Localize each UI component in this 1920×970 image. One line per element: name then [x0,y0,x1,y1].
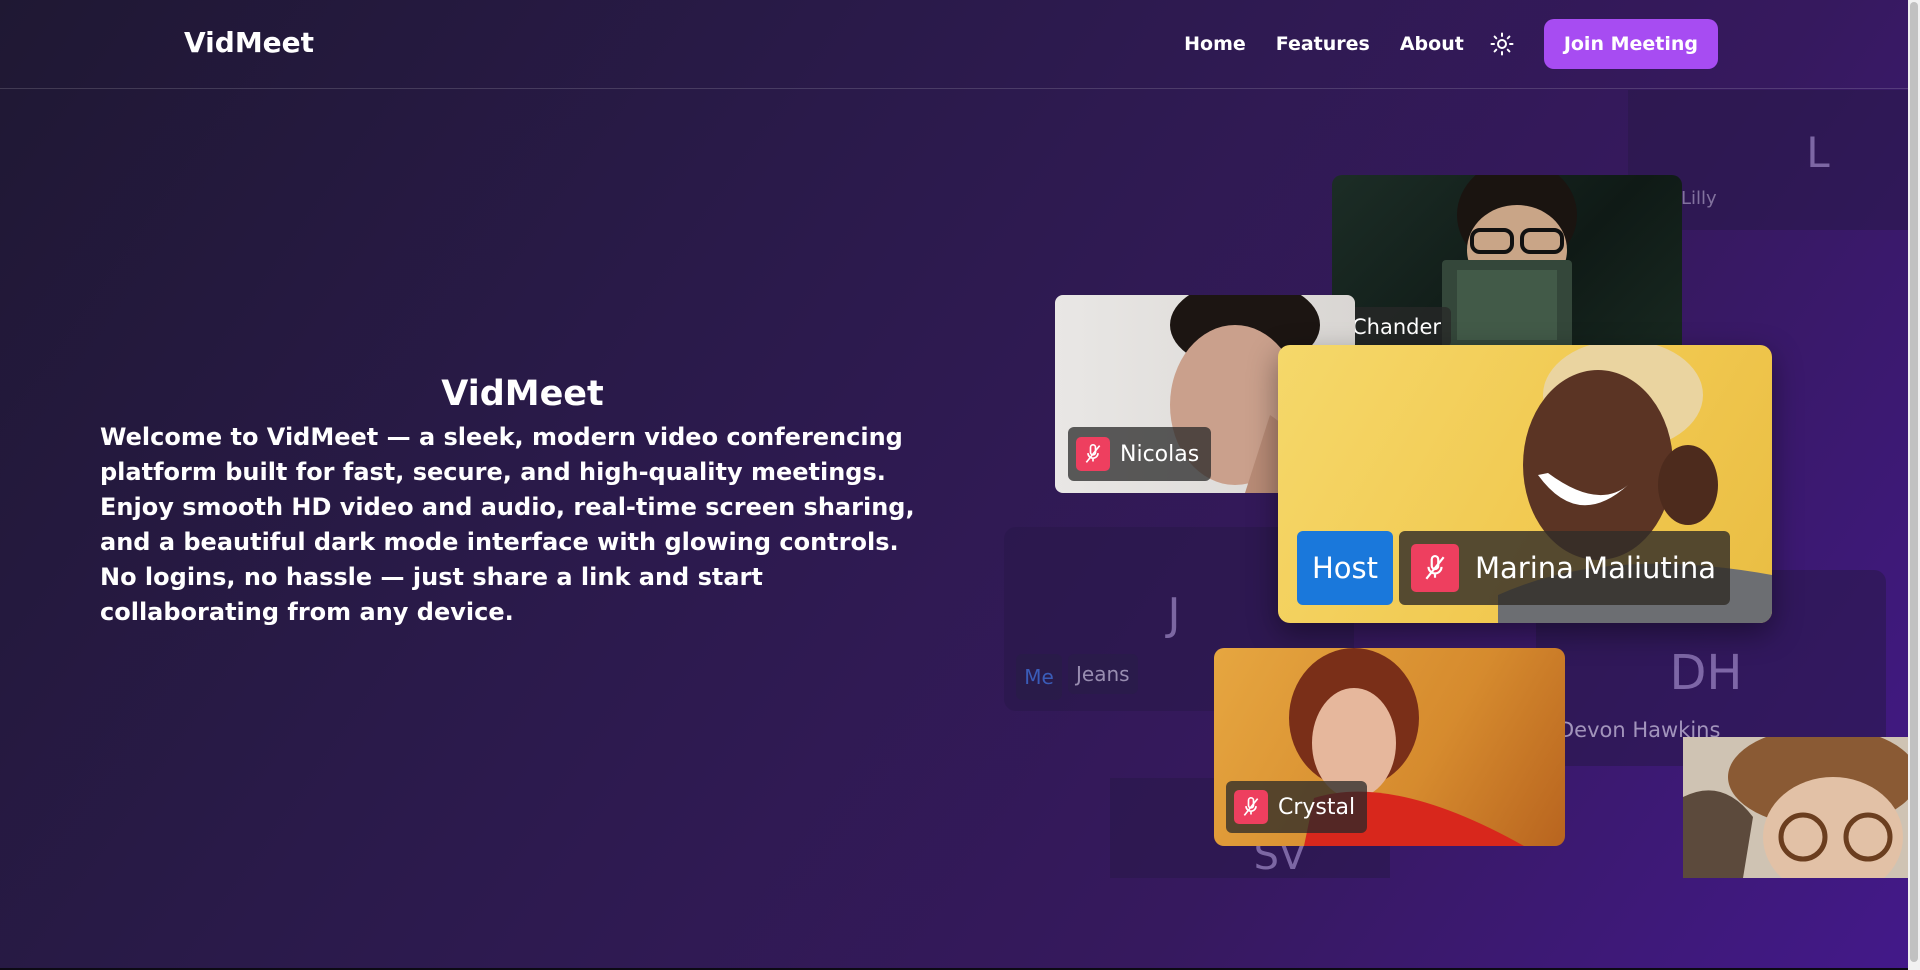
host-badge: Host [1297,531,1393,605]
nav-home[interactable]: Home [1184,33,1246,55]
join-meeting-button[interactable]: Join Meeting [1543,19,1718,69]
mic-off-icon [1234,790,1268,824]
top-navbar: VidMeet Home Features About Join Meeting [0,0,1908,89]
participant-initials: J [1167,589,1181,640]
participant-tile-marina: Host Marina Maliutina [1278,345,1772,623]
participant-name-label: Nicolas [1068,427,1212,481]
main-nav: Home Features About Join Meeting [1184,19,1718,69]
participant-tile-glasses [1683,737,1908,878]
participant-name: Crystal [1278,794,1356,820]
hero-title: VidMeet [441,374,604,414]
participant-initials: DH [1669,645,1743,701]
participant-name-label: Chander [1342,307,1452,347]
mic-off-icon [1076,437,1110,471]
sun-icon[interactable] [1490,32,1514,56]
participant-name: Marina Maliutina [1475,551,1717,585]
participant-initials: L [1806,128,1830,177]
nav-features[interactable]: Features [1276,33,1370,55]
participant-tile-crystal: Crystal [1214,648,1565,846]
hero-description: Welcome to VidMeet — a sleek, modern vid… [100,423,915,626]
participant-name-label: Crystal [1226,781,1368,833]
participant-name: Jeans [1068,654,1138,694]
scrollbar-track[interactable] [1908,0,1920,970]
mic-off-icon [1411,544,1459,592]
nav-about[interactable]: About [1400,33,1464,55]
me-badge: Me [1016,654,1062,700]
participant-tile-chander: Chander [1332,175,1682,350]
scrollbar-thumb[interactable] [1910,2,1918,962]
participant-video [1683,737,1908,878]
participant-name: Nicolas [1120,441,1200,467]
participant-name: Chander [1352,315,1442,339]
brand-logo[interactable]: VidMeet [184,26,314,59]
participant-name-label: Marina Maliutina [1399,531,1731,605]
participant-name: Lilly [1681,188,1717,209]
